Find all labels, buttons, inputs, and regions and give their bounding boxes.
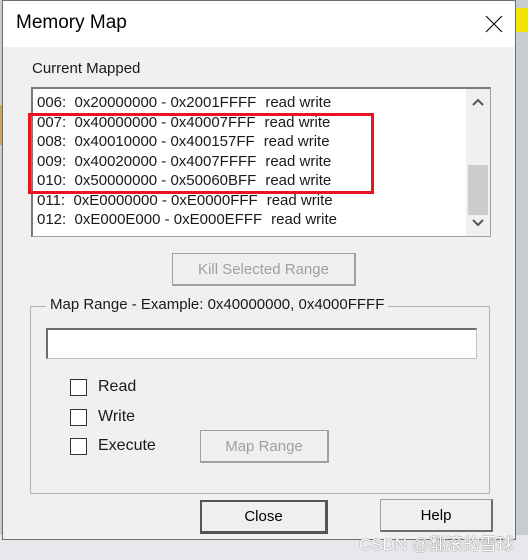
item-index: 007: <box>37 113 67 131</box>
item-range: 0xE0000000 - 0xE0000FFF <box>73 191 258 209</box>
dialog-title: Memory Map <box>16 12 127 33</box>
checkbox-box[interactable] <box>70 437 87 455</box>
execute-checkbox-label: Execute <box>98 437 156 454</box>
current-mapped-label: Current Mapped <box>32 60 141 77</box>
chevron-down-icon <box>472 219 484 227</box>
item-range: 0x40010000 - 0x400157FF <box>74 133 255 150</box>
read-checkbox[interactable]: Read <box>70 378 136 396</box>
close-icon[interactable] <box>481 11 507 37</box>
item-access: read write <box>265 94 332 111</box>
list-item[interactable]: 011: 0xE0000000 - 0xE0000FFF read write <box>37 191 337 211</box>
list-item[interactable]: 007: 0x40000000 - 0x40007FFF read write <box>37 113 337 133</box>
current-mapped-list[interactable]: 006: 0x20000000 - 0x2001FFFF read write 0… <box>31 87 491 237</box>
item-index: 011: <box>37 191 66 209</box>
scroll-up-button[interactable] <box>466 91 490 113</box>
watermark-text: CSDN @翻滚的雪球 <box>358 535 514 554</box>
list-item[interactable]: 012: 0xE000E000 - 0xE000EFFF read write <box>37 210 337 230</box>
item-index: 009: <box>37 152 67 170</box>
list-item[interactable]: 008: 0x40010000 - 0x400157FF read write <box>37 132 337 152</box>
item-range: 0x20000000 - 0x2001FFFF <box>74 94 257 111</box>
item-access: read write <box>265 172 332 189</box>
scroll-down-button[interactable] <box>466 212 490 234</box>
scroll-thumb[interactable] <box>468 165 488 215</box>
close-button[interactable]: Close <box>200 500 328 534</box>
help-button[interactable]: Help <box>380 499 493 532</box>
item-range: 0x40000000 - 0x40007FFF <box>74 113 256 131</box>
item-range: 0xE000E000 - 0xE000EFFF <box>74 211 263 228</box>
title-bar: Memory Map <box>3 1 515 47</box>
item-index: 008: <box>37 133 67 150</box>
map-range-input[interactable] <box>46 328 477 359</box>
list-scrollbar[interactable] <box>466 89 490 236</box>
read-checkbox-label: Read <box>98 378 137 395</box>
write-checkbox[interactable]: Write <box>70 408 135 426</box>
execute-checkbox[interactable]: Execute <box>70 437 156 455</box>
item-access: read write <box>264 113 331 131</box>
item-range: 0x40020000 - 0x4007FFFF <box>74 152 257 170</box>
item-access: read write <box>266 191 333 209</box>
kill-selected-range-button[interactable]: Kill Selected Range <box>172 253 356 286</box>
item-index: 012: <box>37 211 67 228</box>
item-access: read write <box>271 211 338 228</box>
list-item[interactable]: 010: 0x50000000 - 0x50060BFF read write <box>37 171 337 191</box>
item-access: read write <box>265 152 332 170</box>
item-range: 0x50000000 - 0x50060BFF <box>74 172 257 189</box>
list-item[interactable]: 009: 0x40020000 - 0x4007FFFF read write <box>37 152 337 172</box>
item-index: 006: <box>37 94 67 111</box>
checkbox-box[interactable] <box>70 408 87 426</box>
map-range-group-title: Map Range - Example: 0x40000000, 0x4000F… <box>46 296 389 313</box>
list-item[interactable]: 006: 0x20000000 - 0x2001FFFF read write <box>37 93 337 113</box>
map-range-button[interactable]: Map Range <box>200 430 329 463</box>
checkbox-box[interactable] <box>70 378 87 396</box>
write-checkbox-label: Write <box>98 408 136 425</box>
item-index: 010: <box>37 172 67 189</box>
item-access: read write <box>263 133 330 150</box>
chevron-up-icon <box>472 98 484 106</box>
